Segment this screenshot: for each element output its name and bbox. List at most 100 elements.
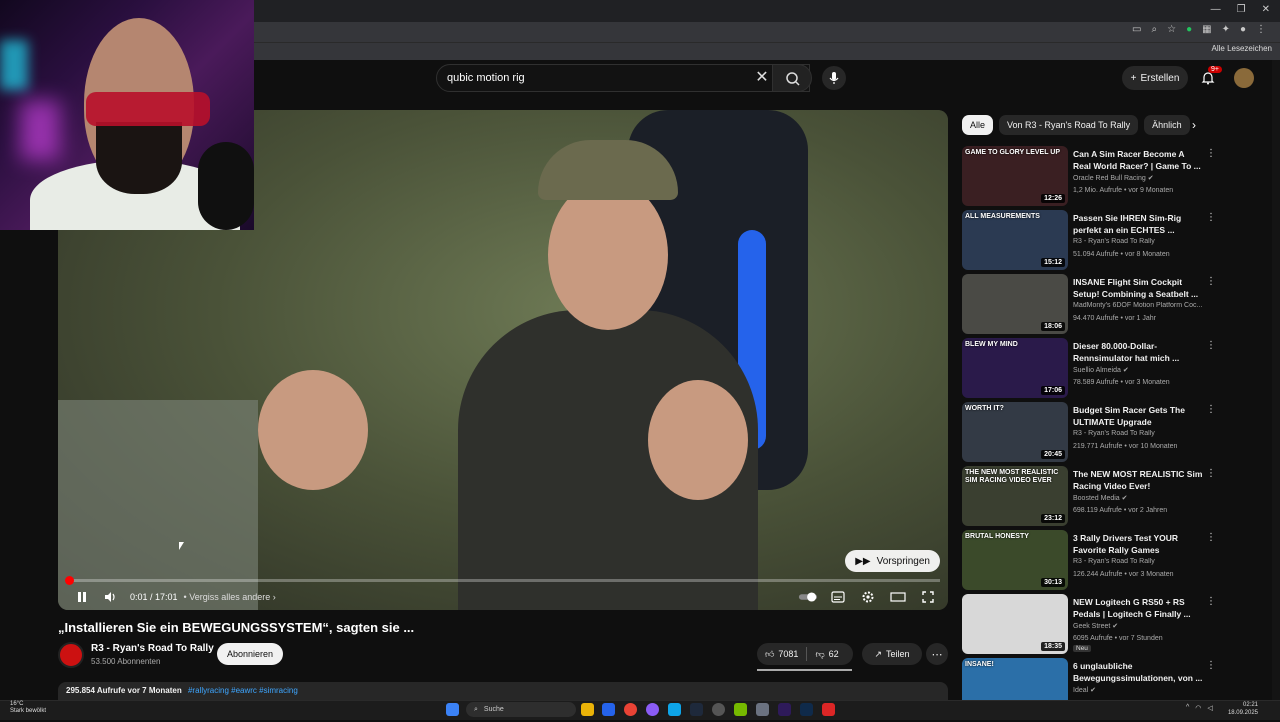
rec-menu-icon[interactable]: ⋮ xyxy=(1206,340,1216,351)
description-box[interactable]: 295.854 Aufrufe vor 7 Monaten #rallyraci… xyxy=(58,682,948,700)
weather-widget[interactable]: 16°C Stark bewölkt xyxy=(10,701,46,715)
close-window-icon[interactable]: ✕ xyxy=(1262,4,1270,15)
account-avatar[interactable] xyxy=(1234,68,1254,88)
rec-channel[interactable]: Boosted Media ✔ xyxy=(1073,494,1218,502)
puzzle-icon[interactable]: ✦ xyxy=(1222,24,1230,35)
rec-channel[interactable]: R3 - Ryan's Road To Rally xyxy=(1073,238,1218,245)
rec-item[interactable]: GAME TO GLORY LEVEL UP 12:26 Can A Sim Rac… xyxy=(962,146,1222,210)
rec-menu-icon[interactable]: ⋮ xyxy=(1206,660,1216,671)
rec-channel[interactable]: Suellio Almeida ✔ xyxy=(1073,366,1218,374)
browser-address-bar[interactable] xyxy=(254,22,1280,42)
chips-next-icon[interactable]: › xyxy=(1192,118,1196,132)
settings-gear-icon[interactable] xyxy=(858,587,878,607)
nvidia-icon[interactable] xyxy=(734,703,747,716)
rec-thumbnail[interactable]: WORTH IT? 20:45 xyxy=(962,402,1068,462)
bookmark-star-icon[interactable]: ☆ xyxy=(1167,24,1176,35)
skip-button[interactable]: ▶▶ Vorspringen xyxy=(845,550,940,572)
premiere-icon[interactable] xyxy=(778,703,791,716)
openai-icon[interactable] xyxy=(712,703,725,716)
restore-icon[interactable]: ❐ xyxy=(1237,4,1246,15)
rec-channel[interactable]: Oracle Red Bull Racing ✔ xyxy=(1073,174,1218,182)
rec-item[interactable]: 18:06 INSANE Flight Sim Cockpit Setup! Co… xyxy=(962,274,1222,338)
rec-thumbnail[interactable]: 18:06 xyxy=(962,274,1068,334)
tray-chevron-icon[interactable]: ^ xyxy=(1186,704,1189,712)
create-button[interactable]: + Erstellen xyxy=(1122,66,1188,90)
more-actions-icon[interactable]: ⋯ xyxy=(926,643,948,665)
all-bookmarks-link[interactable]: Alle Lesezeichen xyxy=(1212,44,1272,53)
subscribe-button[interactable]: Abonnieren xyxy=(217,643,283,665)
autoplay-toggle-icon[interactable] xyxy=(798,587,818,607)
chip-1[interactable]: Von R3 - Ryan's Road To Rally xyxy=(999,115,1139,135)
rec-title[interactable]: INSANE Flight Sim Cockpit Setup! Combini… xyxy=(1073,276,1203,300)
like-button[interactable]: 👍︎ 7081 xyxy=(757,643,806,665)
chapter-title[interactable]: • Vergiss alles andere › xyxy=(184,592,276,602)
rec-item[interactable]: BLEW MY MIND 17:06 Dieser 80.000-Dollar-Re… xyxy=(962,338,1222,402)
wifi-icon[interactable]: ◠ xyxy=(1195,704,1201,712)
rec-item[interactable]: ALL MEASUREMENTS 15:12 Passen Sie IHREN Si… xyxy=(962,210,1222,274)
rec-channel[interactable]: R3 - Ryan's Road To Rally xyxy=(1073,430,1218,437)
rec-title[interactable]: Passen Sie IHREN Sim-Rig perfekt an ein … xyxy=(1073,212,1203,236)
subtitles-icon[interactable] xyxy=(828,587,848,607)
rec-menu-icon[interactable]: ⋮ xyxy=(1206,212,1216,223)
rec-menu-icon[interactable]: ⋮ xyxy=(1206,596,1216,607)
rec-thumbnail[interactable]: ALL MEASUREMENTS 15:12 xyxy=(962,210,1068,270)
rec-item[interactable]: WORTH IT? 20:45 Budget Sim Racer Gets The … xyxy=(962,402,1222,466)
rec-title[interactable]: Can A Sim Racer Become A Real World Race… xyxy=(1073,148,1203,172)
app-icon-gray[interactable] xyxy=(756,703,769,716)
share-button[interactable]: ↗ Teilen xyxy=(862,643,922,665)
rec-title[interactable]: 3 Rally Drivers Test YOUR Favorite Rally… xyxy=(1073,532,1203,556)
page-scrollbar[interactable] xyxy=(1272,60,1280,700)
clear-search-icon[interactable]: ✕ xyxy=(752,68,772,88)
rec-menu-icon[interactable]: ⋮ xyxy=(1206,148,1216,159)
rec-thumbnail[interactable]: BRUTAL HONESTY 30:13 xyxy=(962,530,1068,590)
rec-title[interactable]: Budget Sim Racer Gets The ULTIMATE Upgra… xyxy=(1073,404,1203,428)
rec-title[interactable]: 6 unglaubliche Bewegungssimulationen, vo… xyxy=(1073,660,1203,684)
channel-name[interactable]: R3 - Ryan's Road To Rally xyxy=(91,643,214,654)
rec-title[interactable]: The NEW MOST REALISTIC Sim Racing Video … xyxy=(1073,468,1203,492)
photoshop-icon[interactable] xyxy=(800,703,813,716)
rec-title[interactable]: NEW Logitech G RS50 + RS Pedals | Logite… xyxy=(1073,596,1203,620)
fullscreen-icon[interactable] xyxy=(918,587,938,607)
outlook-icon[interactable] xyxy=(602,703,615,716)
chip-0[interactable]: Alle xyxy=(962,115,994,135)
rec-menu-icon[interactable]: ⋮ xyxy=(1206,276,1216,287)
speaker-icon[interactable]: ◁ xyxy=(1207,704,1212,712)
rec-thumbnail[interactable]: 18:35 xyxy=(962,594,1068,654)
search-button[interactable] xyxy=(772,64,812,92)
app-icon-blue[interactable] xyxy=(668,703,681,716)
minimize-icon[interactable]: — xyxy=(1211,4,1221,15)
chrome-icon[interactable] xyxy=(624,703,637,716)
rec-channel[interactable]: R3 - Ryan's Road To Rally xyxy=(1073,558,1218,565)
rec-title[interactable]: Dieser 80.000-Dollar-Rennsimulator hat m… xyxy=(1073,340,1203,364)
taskbar-search[interactable]: ⌕ Suche xyxy=(466,702,576,717)
progress-bar[interactable] xyxy=(64,576,940,585)
zoom-icon[interactable]: ⌕ xyxy=(1151,24,1157,35)
theater-mode-icon[interactable] xyxy=(888,587,908,607)
steam-icon[interactable] xyxy=(690,703,703,716)
pause-icon[interactable] xyxy=(72,587,92,607)
app-icon-red[interactable] xyxy=(822,703,835,716)
voice-search-button[interactable] xyxy=(822,66,846,90)
rec-menu-icon[interactable]: ⋮ xyxy=(1206,468,1216,479)
file-explorer-icon[interactable] xyxy=(581,703,594,716)
rec-item[interactable]: BRUTAL HONESTY 30:13 3 Rally Drivers Test … xyxy=(962,530,1222,594)
chip-2[interactable]: Ähnlich xyxy=(1144,115,1190,135)
rec-thumbnail[interactable]: GAME TO GLORY LEVEL UP 12:26 xyxy=(962,146,1068,206)
volume-icon[interactable] xyxy=(100,587,120,607)
rec-channel[interactable]: MadMonty's 6DOF Motion Platform Coc... xyxy=(1073,302,1218,309)
windows-start-icon[interactable] xyxy=(446,703,459,716)
rec-channel[interactable]: Ideal ✔ xyxy=(1073,686,1218,694)
taskbar-clock[interactable]: 02:21 18.09.2025 xyxy=(1228,701,1258,717)
rec-item[interactable]: 18:35 NEW Logitech G RS50 + RS Pedals | L… xyxy=(962,594,1222,658)
rec-menu-icon[interactable]: ⋮ xyxy=(1206,532,1216,543)
cast-icon[interactable]: ▭ xyxy=(1132,24,1141,35)
extension-dot-icon[interactable]: ● xyxy=(1186,24,1192,35)
rec-item[interactable]: THE NEW MOST REALISTIC SIM RACING VIDEO … xyxy=(962,466,1222,530)
profile-icon[interactable]: ● xyxy=(1240,24,1246,35)
rec-channel[interactable]: Geek Street ✔ xyxy=(1073,622,1218,630)
rec-thumbnail[interactable]: THE NEW MOST REALISTIC SIM RACING VIDEO … xyxy=(962,466,1068,526)
channel-avatar[interactable] xyxy=(58,642,84,668)
hashtags[interactable]: #rallyracing #eawrc #simracing xyxy=(188,686,298,695)
rec-thumbnail[interactable]: BLEW MY MIND 17:06 xyxy=(962,338,1068,398)
dislike-button[interactable]: 👎︎ 62 xyxy=(807,643,846,665)
